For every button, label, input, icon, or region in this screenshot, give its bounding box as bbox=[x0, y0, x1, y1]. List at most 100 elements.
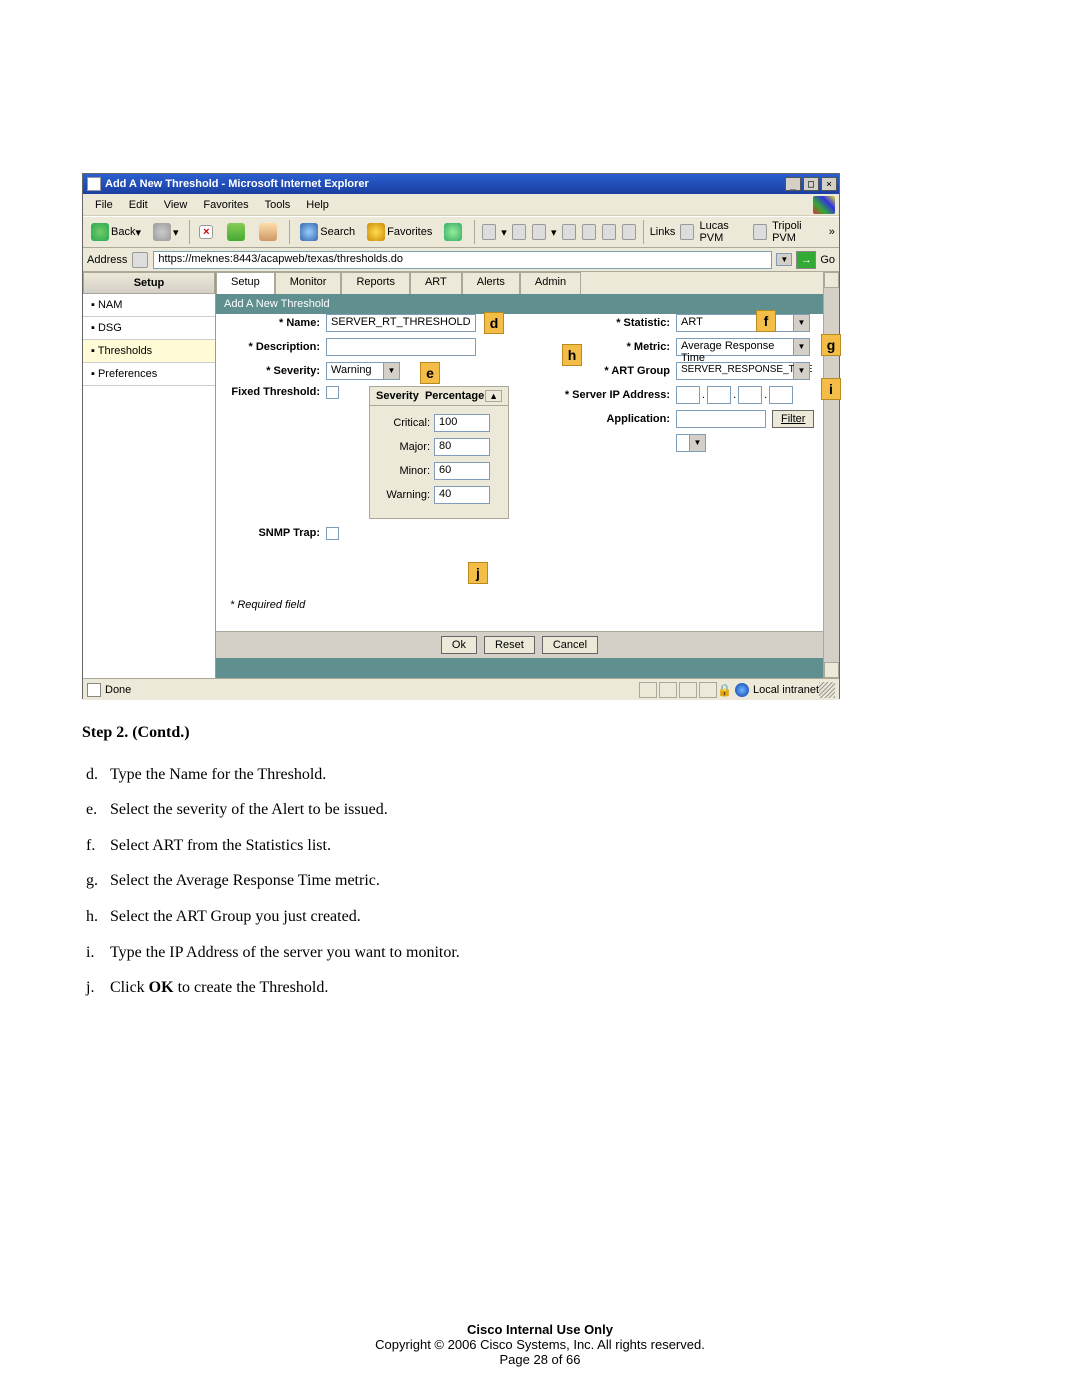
minimize-button[interactable]: _ bbox=[785, 177, 801, 191]
refresh-icon bbox=[227, 223, 245, 241]
back-button[interactable]: Back ▾ bbox=[87, 220, 145, 244]
ip-oct4-input[interactable] bbox=[769, 386, 793, 404]
go-button[interactable]: → bbox=[796, 251, 816, 269]
tab-alerts[interactable]: Alerts bbox=[462, 272, 520, 294]
page-icon bbox=[680, 224, 694, 240]
name-input[interactable]: SERVER_RT_THRESHOLD bbox=[326, 314, 476, 332]
nav-item-dsg[interactable]: ▪ DSG bbox=[83, 317, 215, 340]
maximize-button[interactable]: □ bbox=[803, 177, 819, 191]
description-label: * Description: bbox=[216, 341, 326, 353]
callout-d: d bbox=[484, 312, 504, 334]
tab-reports[interactable]: Reports bbox=[341, 272, 410, 294]
art-group-value: SERVER_RESPONSE_TIME bbox=[681, 364, 813, 375]
metric-dropdown[interactable]: Average Response Time ▼ bbox=[676, 338, 810, 356]
scroll-down-icon[interactable] bbox=[824, 662, 839, 678]
discuss-icon[interactable] bbox=[562, 224, 576, 240]
critical-label: Critical: bbox=[378, 417, 434, 429]
toolbar-icon[interactable] bbox=[622, 224, 636, 240]
menu-view[interactable]: View bbox=[156, 197, 196, 213]
callout-j: j bbox=[468, 562, 488, 584]
ip-oct1-input[interactable] bbox=[676, 386, 700, 404]
filter-button[interactable]: Filter bbox=[772, 410, 814, 428]
severity-dropdown[interactable]: Warning ▼ bbox=[326, 362, 400, 380]
refresh-button[interactable] bbox=[223, 220, 251, 244]
nav-label: NAM bbox=[98, 299, 122, 311]
page-icon bbox=[753, 224, 767, 240]
favorites-button[interactable]: Favorites bbox=[363, 220, 436, 244]
cancel-button[interactable]: Cancel bbox=[542, 636, 598, 654]
menu-favorites[interactable]: Favorites bbox=[195, 197, 256, 213]
go-label: Go bbox=[820, 254, 835, 266]
menu-file[interactable]: File bbox=[87, 197, 121, 213]
ip-oct2-input[interactable] bbox=[707, 386, 731, 404]
home-button[interactable] bbox=[255, 220, 283, 244]
edit-icon[interactable] bbox=[532, 224, 546, 240]
button-bar: Ok Reset Cancel bbox=[216, 631, 823, 658]
chevron-down-icon: ▼ bbox=[794, 338, 810, 356]
statistic-dropdown[interactable]: ART ▼ bbox=[676, 314, 810, 332]
stop-icon: × bbox=[199, 225, 213, 239]
collapse-icon[interactable]: ▲ bbox=[485, 390, 502, 402]
media-icon bbox=[444, 223, 462, 241]
dd-arrow-icon[interactable]: ▼ bbox=[776, 253, 792, 266]
stop-button[interactable]: × bbox=[195, 220, 219, 244]
chevron-down-icon: ▼ bbox=[794, 314, 810, 332]
minor-label: Minor: bbox=[378, 465, 434, 477]
tab-monitor[interactable]: Monitor bbox=[275, 272, 342, 294]
step-heading: Step 2. (Contd.) bbox=[82, 720, 842, 746]
media-button[interactable] bbox=[440, 220, 468, 244]
description-input[interactable] bbox=[326, 338, 476, 356]
search-button[interactable]: Search bbox=[296, 220, 359, 244]
menu-tools[interactable]: Tools bbox=[257, 197, 299, 213]
separator bbox=[189, 220, 190, 244]
tab-setup[interactable]: Setup bbox=[216, 272, 275, 294]
link-tripoli[interactable]: Tripoli PVM bbox=[772, 220, 821, 244]
separator bbox=[643, 220, 644, 244]
tab-art[interactable]: ART bbox=[410, 272, 462, 294]
application-input[interactable] bbox=[676, 410, 766, 428]
snmp-trap-checkbox[interactable] bbox=[326, 527, 339, 540]
search-icon bbox=[300, 223, 318, 241]
address-label: Address bbox=[87, 254, 127, 266]
menu-edit[interactable]: Edit bbox=[121, 197, 156, 213]
toolbar-icon[interactable] bbox=[582, 224, 596, 240]
tab-admin[interactable]: Admin bbox=[520, 272, 581, 294]
callout-e: e bbox=[420, 362, 440, 384]
metric-value: Average Response Time bbox=[681, 340, 774, 364]
address-input[interactable]: https://meknes:8443/acapweb/texas/thresh… bbox=[153, 251, 772, 269]
critical-value: 100 bbox=[439, 416, 457, 428]
separator bbox=[474, 220, 475, 244]
art-group-dropdown[interactable]: SERVER_RESPONSE_TIME ▼ bbox=[676, 362, 810, 380]
app-select[interactable]: ▼ bbox=[676, 434, 706, 452]
link-lucas[interactable]: Lucas PVM bbox=[699, 220, 748, 244]
nav-label: DSG bbox=[98, 322, 122, 334]
nav-item-preferences[interactable]: ▪ Preferences bbox=[83, 363, 215, 386]
page-subtitle: Add A New Threshold bbox=[216, 294, 823, 314]
fixed-threshold-checkbox[interactable] bbox=[326, 386, 339, 399]
scroll-up-icon[interactable] bbox=[824, 272, 839, 288]
name-value: SERVER_RT_THRESHOLD bbox=[331, 316, 471, 328]
resize-grip-icon[interactable] bbox=[819, 682, 835, 698]
chevron-right-icon[interactable]: » bbox=[829, 226, 835, 238]
nav-item-thresholds[interactable]: ▪ Thresholds bbox=[83, 340, 215, 363]
menubar: File Edit View Favorites Tools Help bbox=[83, 194, 839, 216]
toolbar-icon[interactable] bbox=[602, 224, 616, 240]
chevron-down-icon: ▼ bbox=[384, 362, 400, 380]
mail-icon[interactable] bbox=[482, 224, 496, 240]
ok-button[interactable]: Ok bbox=[441, 636, 477, 654]
nav-item-nam[interactable]: ▪ NAM bbox=[83, 294, 215, 317]
search-label: Search bbox=[320, 226, 355, 238]
menu-help[interactable]: Help bbox=[298, 197, 337, 213]
back-label: Back bbox=[111, 226, 135, 238]
reset-button[interactable]: Reset bbox=[484, 636, 535, 654]
close-button[interactable]: × bbox=[821, 177, 837, 191]
critical-input[interactable]: 100 bbox=[434, 414, 490, 432]
minor-input[interactable]: 60 bbox=[434, 462, 490, 480]
callout-g: g bbox=[821, 334, 841, 356]
ip-oct3-input[interactable] bbox=[738, 386, 762, 404]
footer-band bbox=[216, 658, 823, 678]
print-icon[interactable] bbox=[512, 224, 526, 240]
forward-button[interactable]: ▾ bbox=[149, 220, 183, 244]
warning-input[interactable]: 40 bbox=[434, 486, 490, 504]
major-input[interactable]: 80 bbox=[434, 438, 490, 456]
